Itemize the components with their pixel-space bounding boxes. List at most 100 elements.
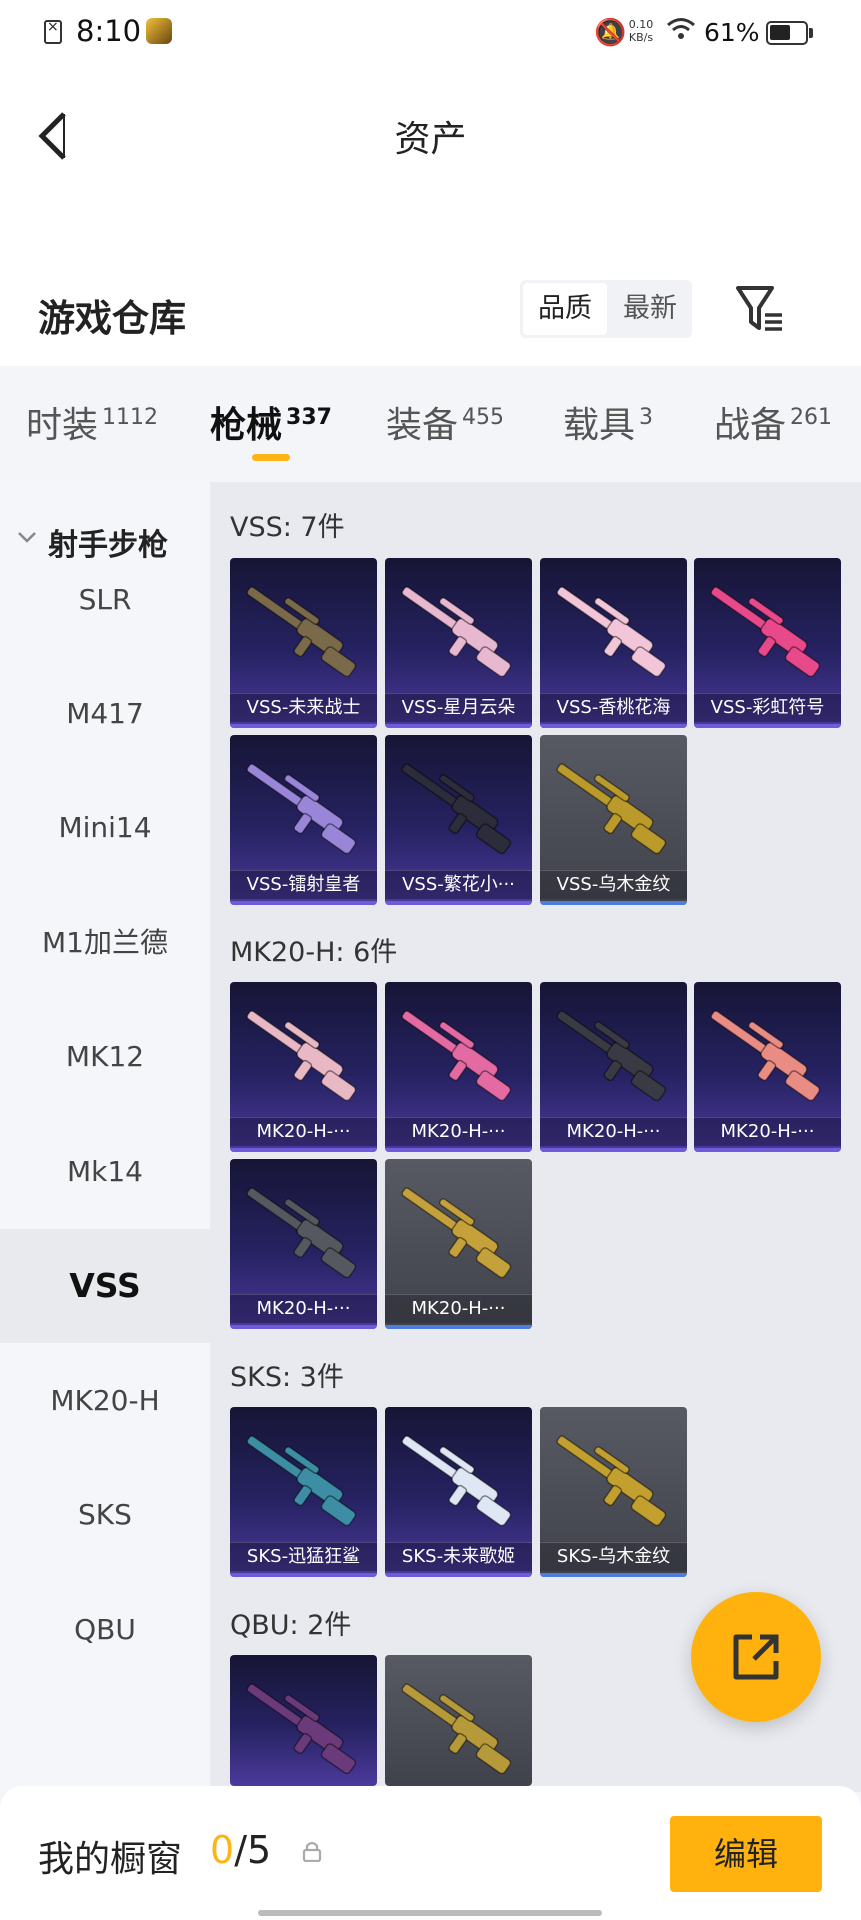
- quality-bar: [230, 1148, 377, 1152]
- rifle-icon: [246, 1010, 357, 1102]
- rifle-icon: [246, 586, 357, 678]
- lock-icon: [302, 1841, 322, 1862]
- group-title: SKS: 3件: [230, 1362, 344, 1393]
- group-title: QBU: 2件: [230, 1610, 352, 1641]
- tab-fashion[interactable]: 时装 1112: [26, 396, 158, 448]
- sidebar-item[interactable]: M417: [0, 657, 210, 771]
- rifle-icon: [556, 1435, 667, 1527]
- tab-count: 337: [286, 405, 332, 430]
- quality-bar: [385, 1573, 532, 1577]
- showcase-count: 0/5: [210, 1828, 271, 1872]
- rifle-icon: [710, 586, 821, 678]
- network-speed-value: 0.10: [628, 18, 654, 31]
- skin-card[interactable]: [385, 1655, 532, 1786]
- rifle-icon: [401, 1010, 512, 1102]
- filter-icon: [736, 286, 782, 331]
- battery-tip: [809, 28, 813, 38]
- rifle-icon: [401, 1435, 512, 1527]
- skin-card[interactable]: MK20-H-···: [385, 982, 532, 1152]
- quality-bar: [230, 1325, 377, 1329]
- showcase-label: 我的橱窗: [38, 1839, 183, 1880]
- rifle-icon: [246, 1187, 357, 1279]
- skin-name: MK20-H-···: [385, 1117, 532, 1146]
- tab-label: 载具: [563, 405, 636, 446]
- quality-bar: [540, 724, 687, 728]
- tab-count: 261: [790, 405, 833, 430]
- sidebar-item[interactable]: M1加兰德: [0, 886, 210, 1000]
- sidebar-item[interactable]: MK12: [0, 1000, 210, 1114]
- skin-name: VSS-镭射皇者: [230, 870, 377, 899]
- skin-name: MK20-H-···: [230, 1117, 377, 1146]
- home-indicator[interactable]: [258, 1910, 602, 1916]
- skin-card[interactable]: VSS-镭射皇者: [230, 735, 377, 905]
- skin-card[interactable]: MK20-H-···: [385, 1159, 532, 1329]
- sidebar-item[interactable]: MK20-H: [0, 1344, 210, 1458]
- rifle-icon: [556, 586, 667, 678]
- skin-name: SKS-乌木金纹: [540, 1542, 687, 1571]
- skin-card[interactable]: SKS-乌木金纹: [540, 1407, 687, 1577]
- filter-button[interactable]: [732, 282, 792, 338]
- skin-card[interactable]: [230, 1655, 377, 1786]
- share-out-icon: [733, 1634, 779, 1680]
- network-speed-unit: KB/s: [628, 31, 654, 44]
- status-time: 8:10: [76, 14, 142, 48]
- active-tab-indicator: [252, 454, 290, 461]
- quality-bar: [540, 1148, 687, 1152]
- skin-card[interactable]: SKS-迅猛狂鲨: [230, 1407, 377, 1577]
- showcase-current: 0: [210, 1828, 235, 1872]
- rifle-icon: [710, 1010, 821, 1102]
- skin-card[interactable]: MK20-H-···: [230, 982, 377, 1152]
- share-button[interactable]: [691, 1592, 821, 1722]
- sidebar-item[interactable]: SKS: [0, 1458, 210, 1572]
- skin-card[interactable]: MK20-H-···: [694, 982, 841, 1152]
- skin-card[interactable]: MK20-H-···: [230, 1159, 377, 1329]
- skin-card[interactable]: VSS-星月云朵: [385, 558, 532, 728]
- group-title: MK20-H: 6件: [230, 937, 398, 968]
- skin-card[interactable]: VSS-乌木金纹: [540, 735, 687, 905]
- skin-name: VSS-彩虹符号: [694, 693, 841, 722]
- skin-name: MK20-H-···: [540, 1117, 687, 1146]
- skin-card[interactable]: VSS-香桃花海: [540, 558, 687, 728]
- tab-equipment[interactable]: 装备 455: [386, 396, 504, 448]
- quality-bar: [385, 724, 532, 728]
- skin-card[interactable]: MK20-H-···: [540, 982, 687, 1152]
- rifle-icon: [246, 763, 357, 855]
- quality-bar: [540, 901, 687, 905]
- quality-bar: [385, 1325, 532, 1329]
- tab-label: 装备: [386, 405, 459, 446]
- quality-bar: [694, 724, 841, 728]
- tab-count: 1112: [102, 405, 159, 430]
- skin-card[interactable]: VSS-繁花小···: [385, 735, 532, 905]
- tab-label: 枪械: [210, 405, 283, 446]
- group-title: VSS: 7件: [230, 512, 345, 543]
- app-notification-icon: [146, 18, 172, 44]
- skin-card[interactable]: SKS-未来歌姬: [385, 1407, 532, 1577]
- edit-button[interactable]: 编辑: [670, 1816, 822, 1892]
- tab-label: 时装: [26, 405, 99, 446]
- sidebar-item[interactable]: QBU: [0, 1573, 210, 1687]
- rifle-icon: [401, 1683, 512, 1775]
- network-speed: 0.10 KB/s: [624, 18, 658, 44]
- rifle-icon: [556, 1010, 667, 1102]
- tab-count: 3: [639, 405, 654, 430]
- sort-quality-button[interactable]: 品质: [523, 283, 607, 335]
- skin-name: VSS-星月云朵: [385, 693, 532, 722]
- rifle-icon: [246, 1435, 357, 1527]
- quality-bar: [230, 901, 377, 905]
- rifle-icon: [401, 1187, 512, 1279]
- sidebar-item[interactable]: VSS: [0, 1229, 210, 1343]
- skin-card[interactable]: VSS-彩虹符号: [694, 558, 841, 728]
- tab-gear[interactable]: 战备 261: [714, 396, 832, 448]
- section-title: 游戏仓库: [38, 297, 186, 340]
- sidebar-item[interactable]: SLR: [0, 543, 210, 657]
- rifle-icon: [556, 763, 667, 855]
- tab-label: 战备: [714, 405, 787, 446]
- sidebar-item[interactable]: Mini14: [0, 771, 210, 885]
- skin-card[interactable]: VSS-未来战士: [230, 558, 377, 728]
- tab-firearms[interactable]: 枪械 337: [210, 396, 332, 448]
- sidebar-item[interactable]: Mk14: [0, 1115, 210, 1229]
- quality-bar: [540, 1573, 687, 1577]
- page-title: 资产: [394, 119, 467, 160]
- sort-newest-button[interactable]: 最新: [610, 283, 690, 335]
- tab-vehicles[interactable]: 载具 3: [563, 396, 653, 448]
